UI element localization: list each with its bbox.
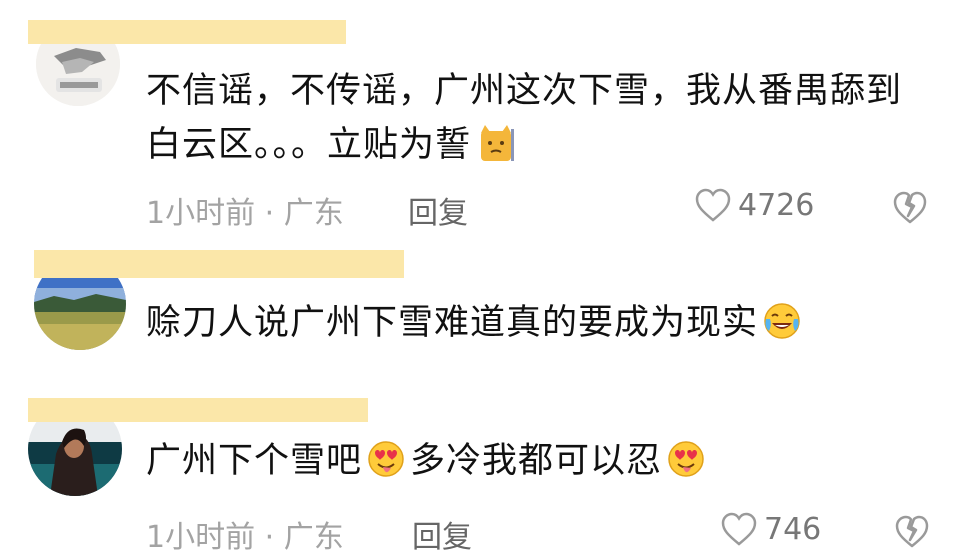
comment-time-location: 1小时前 · 广东 bbox=[146, 196, 344, 231]
comment-item: 赊刀人说广州下雪难道真的要成为现实 bbox=[0, 232, 962, 392]
comment-item: 不信谣，不传谣，广州这次下雪，我从番禺舔到白云区。。。立贴为誓 1小时前 · 广… bbox=[0, 0, 962, 232]
broken-heart-icon[interactable] bbox=[894, 514, 930, 550]
heart-icon bbox=[721, 512, 757, 546]
heart-icon bbox=[695, 188, 731, 222]
comment-text: 赊刀人说广州下雪难道真的要成为现实 bbox=[146, 296, 806, 350]
broken-heart-icon[interactable] bbox=[892, 190, 928, 226]
reply-button[interactable]: 回复 bbox=[412, 512, 472, 556]
cat-emoji-icon bbox=[481, 125, 515, 161]
comment-item: 广州下个雪吧 多冷我都可以忍 1小时前 · 广东 回复 746 bbox=[0, 392, 962, 560]
heart-eyes-tongue-emoji-icon bbox=[668, 441, 704, 477]
username-redacted bbox=[28, 20, 346, 44]
comment-list: 不信谣，不传谣，广州这次下雪，我从番禺舔到白云区。。。立贴为誓 1小时前 · 广… bbox=[0, 0, 962, 560]
like-count: 4726 bbox=[738, 187, 815, 223]
heart-eyes-tongue-emoji-icon bbox=[368, 441, 404, 477]
username-redacted bbox=[34, 250, 404, 278]
like-button[interactable]: 4726 bbox=[694, 187, 814, 223]
reply-button[interactable]: 回复 bbox=[408, 188, 468, 232]
like-count: 746 bbox=[764, 511, 822, 547]
comment-text: 不信谣，不传谣，广州这次下雪，我从番禺舔到白云区。。。立贴为誓 bbox=[146, 71, 903, 165]
username-redacted bbox=[28, 398, 368, 422]
like-button[interactable]: 746 bbox=[720, 511, 821, 547]
laughing-crying-emoji-icon bbox=[764, 303, 800, 339]
comment-time-location: 1小时前 · 广东 bbox=[146, 520, 344, 555]
comment-text: 广州下个雪吧 多冷我都可以忍 bbox=[146, 434, 710, 488]
